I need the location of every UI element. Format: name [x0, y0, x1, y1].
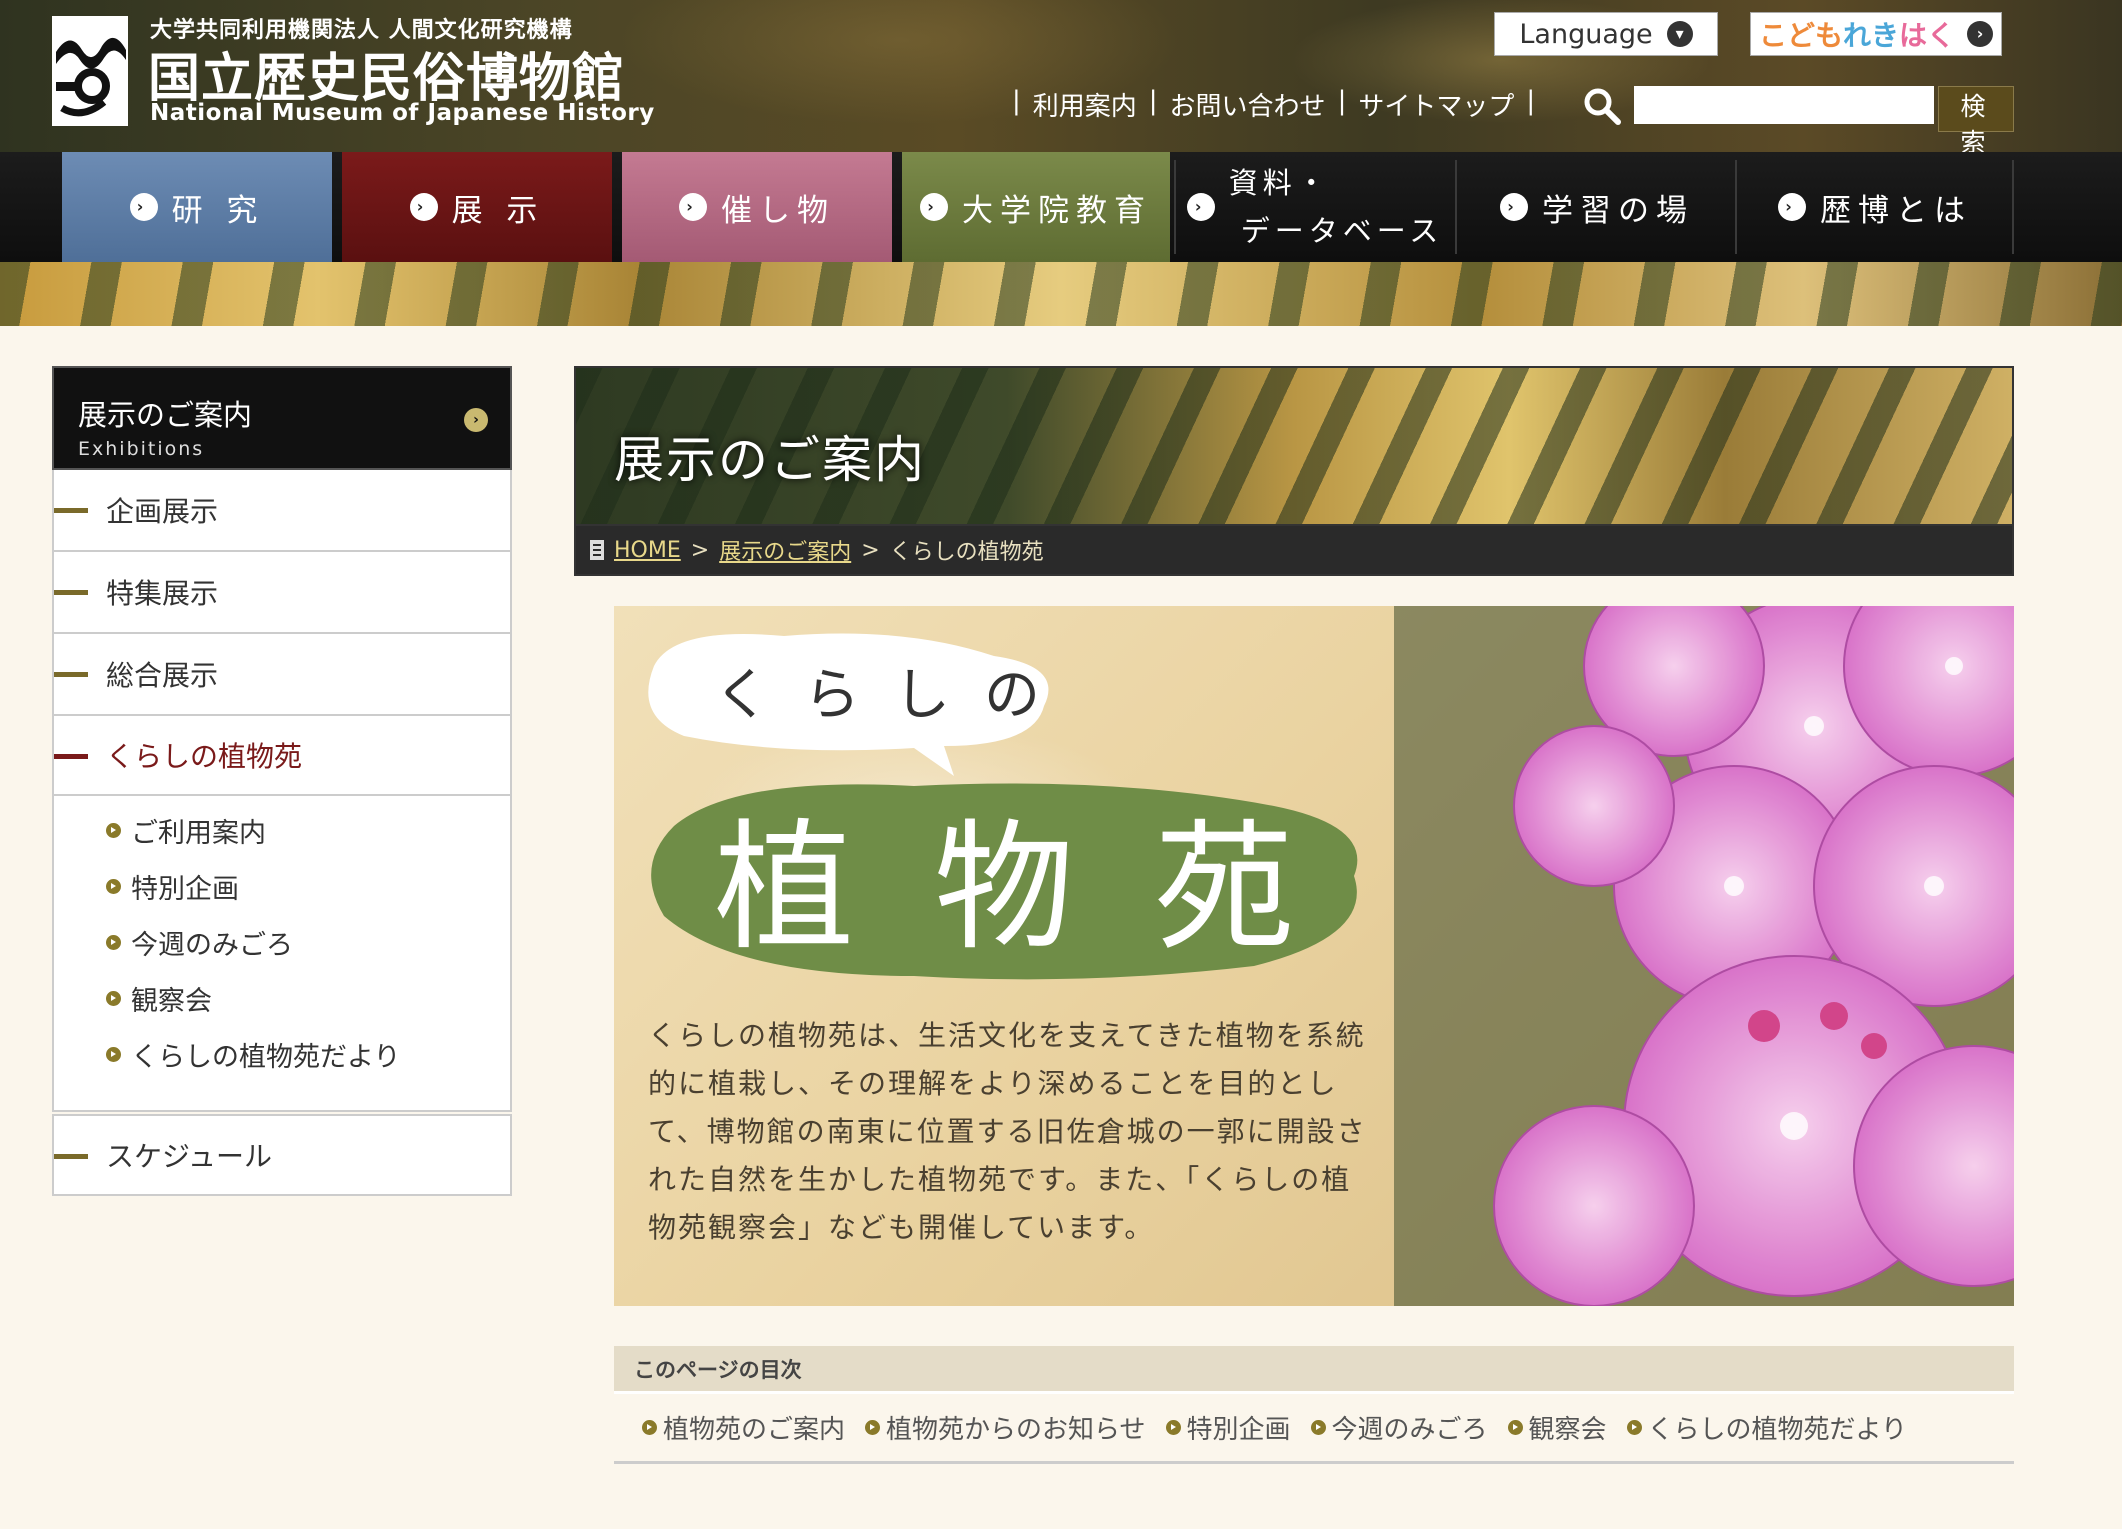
link-guide[interactable]: 利用案内 — [1033, 86, 1137, 123]
arrow-right-icon: › — [1778, 193, 1806, 221]
arrow-right-icon: › — [679, 193, 707, 221]
arrow-right-icon: › — [129, 193, 158, 221]
sidebar-item-botanical-garden[interactable]: くらしの植物苑 — [52, 716, 512, 796]
toc-item[interactable]: 特別企画 — [1165, 1409, 1291, 1446]
sidebar-item-schedule[interactable]: スケジュール — [52, 1114, 512, 1196]
home-icon — [590, 540, 604, 560]
bullet-arrow-icon — [106, 1046, 121, 1062]
bullet-arrow-icon — [1507, 1420, 1523, 1435]
arrow-right-icon: › — [1186, 193, 1215, 221]
toc-items: 植物苑のご案内 植物苑からのお知らせ 特別企画 今週のみごろ 観察会 くらしの植… — [614, 1394, 2014, 1464]
breadcrumb-current: くらしの植物苑 — [889, 540, 1044, 565]
sidebar-sub-item[interactable]: 今週のみごろ — [106, 914, 510, 970]
arrow-right-icon: › — [409, 193, 438, 221]
toc-item[interactable]: 観察会 — [1507, 1409, 1607, 1446]
bullet-arrow-icon — [106, 934, 121, 950]
bullet-arrow-icon — [1165, 1420, 1181, 1435]
toc-item[interactable]: くらしの植物苑だより — [1626, 1409, 1907, 1446]
sidebar-heading[interactable]: 展示のご案内 Exhibitions › — [52, 366, 512, 470]
kodomo-text-1: こども — [1758, 19, 1843, 52]
feature-heading-big: 植物苑 — [714, 807, 1374, 970]
bullet-arrow-icon — [106, 822, 121, 838]
kodomo-rekihaku-button[interactable]: こどもれきはく › — [1750, 12, 2002, 56]
sidebar-item-special-exhibitions[interactable]: 企画展示 — [52, 470, 512, 552]
toc-item[interactable]: 植物苑のご案内 — [642, 1409, 845, 1446]
sidebar-submenu: ご利用案内 特別企画 今週のみごろ 観察会 くらしの植物苑だより — [52, 796, 512, 1112]
bullet-arrow-icon — [865, 1420, 881, 1435]
feature-heading-small: くらしの — [714, 663, 1074, 728]
nav-research[interactable]: › 研 究 — [62, 152, 332, 262]
utility-links: | 利用案内 | お問い合わせ | サイトマップ | — [1012, 86, 1536, 123]
arrow-right-icon: › — [464, 408, 488, 432]
language-label: Language — [1519, 18, 1653, 50]
feature-description: くらしの植物苑は、生活文化を支えてきた植物を系統的に植栽し、その理解をより深める… — [648, 1019, 1367, 1244]
chevron-down-icon: ▾ — [1666, 21, 1693, 47]
search-input[interactable] — [1634, 86, 1934, 124]
bullet-arrow-icon — [642, 1420, 657, 1435]
bullet-arrow-icon — [106, 878, 121, 894]
header-painting-strip — [0, 262, 2122, 326]
kodomo-text-2: れき — [1842, 19, 1899, 52]
sidebar-sub-item[interactable]: くらしの植物苑だより — [106, 1026, 510, 1082]
toc-item[interactable]: 今週のみごろ — [1310, 1409, 1488, 1446]
site-header: 大学共同利用機関法人 人間文化研究機構 国立歴史民俗博物館 National M… — [0, 0, 2122, 157]
toc-heading: このページの目次 — [614, 1346, 2014, 1394]
bullet-arrow-icon — [1626, 1420, 1642, 1435]
nav-learning[interactable]: › 学習の場 — [1462, 152, 1732, 262]
search-icon — [1584, 88, 1621, 125]
sidebar-sub-item[interactable]: ご利用案内 — [106, 802, 510, 858]
breadcrumb-home[interactable]: HOME — [614, 538, 681, 563]
sidebar-item-general-exhibitions[interactable]: 総合展示 — [52, 634, 512, 716]
link-contact[interactable]: お問い合わせ — [1170, 86, 1326, 123]
sidebar-sub-item[interactable]: 特別企画 — [106, 858, 510, 914]
toc-item[interactable]: 植物苑からのお知らせ — [865, 1409, 1146, 1446]
feature-image: くらしの 植物苑 くらしの植物苑は、生活文化を支えてきた植物を系統的に植栽し、そ… — [614, 606, 2014, 1306]
page-title: 展示のご案内 — [614, 431, 926, 489]
bullet-arrow-icon — [106, 990, 121, 1006]
breadcrumb: HOME > 展示のご案内 > くらしの植物苑 — [574, 526, 2014, 576]
sidebar-sub-item[interactable]: 観察会 — [106, 970, 510, 1026]
sidebar: 展示のご案内 Exhibitions › 企画展示 特集展示 総合展示 くらしの… — [52, 366, 512, 1196]
main-nav: › 研 究 › 展 示 › 催し物 › 大学院教育 › 資料・ データベース › 学習の場… — [0, 152, 2122, 262]
nav-database[interactable]: › 資料・ データベース — [1180, 152, 1450, 262]
museum-logo-icon[interactable] — [52, 16, 128, 126]
page-toc: このページの目次 植物苑のご案内 植物苑からのお知らせ 特別企画 今週のみごろ … — [614, 1346, 2014, 1464]
breadcrumb-exhibitions[interactable]: 展示のご案内 — [719, 534, 851, 566]
bullet-arrow-icon — [1310, 1420, 1326, 1435]
chevron-right-icon: › — [1967, 21, 1994, 47]
link-sitemap[interactable]: サイトマップ — [1358, 86, 1514, 123]
org-name-en: National Museum of Japanese History — [150, 100, 655, 126]
page-title-banner: 展示のご案内 — [574, 366, 2014, 526]
nav-exhibitions[interactable]: › 展 示 — [342, 152, 612, 262]
nav-graduate[interactable]: › 大学院教育 — [902, 152, 1170, 262]
sidebar-item-featured-exhibitions[interactable]: 特集展示 — [52, 552, 512, 634]
arrow-right-icon: › — [920, 193, 948, 221]
arrow-right-icon: › — [1500, 193, 1528, 221]
language-button[interactable]: Language ▾ — [1494, 12, 1718, 56]
kodomo-text-3: はく — [1899, 19, 1956, 52]
nav-events[interactable]: › 催し物 — [622, 152, 892, 262]
search-button[interactable]: 検 索 — [1938, 86, 2014, 157]
nav-about[interactable]: › 歴博とは — [1740, 152, 2010, 262]
